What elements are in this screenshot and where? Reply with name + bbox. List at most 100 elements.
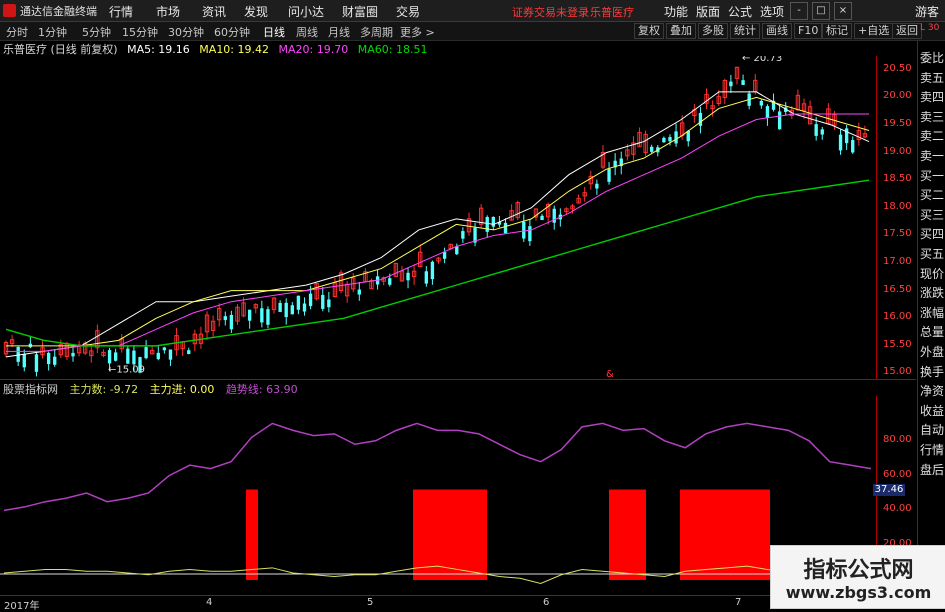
back-button[interactable]: 返回 (892, 23, 922, 39)
indicator-name[interactable]: 股票指标网 (3, 383, 58, 396)
period-monthly[interactable]: 月线 (328, 24, 350, 40)
price-tick-label: 18.00 (883, 200, 912, 212)
side-panel-item[interactable]: 总量 (920, 323, 944, 340)
adjust-button[interactable]: 复权 (634, 23, 664, 39)
main-in-bar (413, 489, 487, 580)
side-panel-item[interactable]: 买四 (920, 225, 944, 242)
price-tick-label: 19.00 (883, 145, 912, 157)
candle-body (455, 246, 459, 255)
period-15min[interactable]: 15分钟 (122, 24, 158, 40)
side-panel-item[interactable]: 涨幅 (920, 304, 944, 321)
menu-item-formula[interactable]: 公式 (728, 3, 752, 20)
indicator-tick-label: 60.00 (883, 468, 912, 480)
side-top-label: L 30 (920, 23, 940, 33)
guest-label[interactable]: 游客 (915, 3, 939, 20)
menu-item-layout[interactable]: 版面 (696, 3, 720, 20)
side-panel-item[interactable]: 卖一 (920, 147, 944, 164)
candle-body (126, 348, 130, 364)
side-panel-item[interactable]: 换手 (920, 363, 944, 380)
event-marker: & (606, 369, 614, 379)
side-panel-item[interactable]: 卖五 (920, 69, 944, 86)
candle-body (430, 261, 435, 280)
candle-body (759, 100, 764, 106)
period-60min[interactable]: 60分钟 (214, 24, 250, 40)
menu-item-wealth[interactable]: 财富圈 (342, 3, 378, 20)
candle-body (327, 299, 331, 308)
overlay-button[interactable]: 叠加 (666, 23, 696, 39)
menu-item-discover[interactable]: 发现 (244, 3, 268, 20)
menu-item-market[interactable]: 行情 (109, 3, 133, 20)
candle-body (71, 352, 75, 357)
period-30min[interactable]: 30分钟 (168, 24, 204, 40)
ma10-label: MA10: 19.42 (199, 43, 270, 56)
price-tick-label: 20.50 (883, 62, 912, 74)
ma60-label: MA60: 18.51 (357, 43, 428, 56)
candle-body (308, 293, 313, 307)
candle-body (540, 215, 544, 221)
side-panel-item[interactable]: 净资 (920, 382, 944, 399)
stats-button[interactable]: 统计 (730, 23, 760, 39)
draw-line-button[interactable]: 画线 (762, 23, 792, 39)
main-in-bar (609, 489, 646, 580)
side-panel-item[interactable]: 外盘 (920, 343, 944, 360)
menu-item-trade[interactable]: 交易 (396, 3, 420, 20)
side-panel-item[interactable]: 涨跌 (920, 284, 944, 301)
side-panel-item[interactable]: 自动 (920, 421, 944, 438)
candle-body (698, 112, 703, 126)
menu-item-function[interactable]: 功能 (664, 3, 688, 20)
candle-body (156, 352, 160, 360)
candle-body (461, 231, 465, 239)
period-weekly[interactable]: 周线 (296, 24, 318, 40)
candle-body (296, 295, 301, 310)
side-panel-item[interactable]: 买一 (920, 167, 944, 184)
candle-body (229, 314, 234, 330)
candle-body (357, 289, 361, 295)
add-watchlist-button[interactable]: +自选 (854, 23, 894, 39)
side-panel-item[interactable]: 卖四 (920, 88, 944, 105)
candle-body (820, 129, 824, 135)
menu-item-markets[interactable]: 市场 (156, 3, 180, 20)
minimize-button[interactable]: - (790, 2, 808, 20)
candle-body (290, 305, 294, 315)
price-tick-label: 20.00 (883, 90, 912, 102)
side-panel-item[interactable]: 买二 (920, 186, 944, 203)
period-intraday[interactable]: 分时 (6, 24, 28, 40)
mark-button[interactable]: 标记 (822, 23, 852, 39)
price-tick-label: 16.50 (883, 283, 912, 295)
candle-body (777, 111, 782, 130)
f10-button[interactable]: F10 (794, 23, 823, 39)
side-panel-item[interactable]: 卖三 (920, 108, 944, 125)
period-daily[interactable]: 日线 (263, 24, 285, 40)
side-panel-item[interactable]: 现价 (920, 265, 944, 282)
indicator-chart[interactable] (0, 396, 875, 590)
login-notice[interactable]: 证券交易未登录 (512, 4, 589, 20)
ma-line-ma20 (6, 113, 869, 352)
candle-body (187, 350, 191, 355)
high-price-label: ← 20.73 (742, 56, 782, 64)
side-panel-item[interactable]: 卖二 (920, 127, 944, 144)
side-panel-item[interactable]: 买三 (920, 206, 944, 223)
side-panel-item[interactable]: 委比 (920, 49, 944, 66)
price-tick-label: 17.00 (883, 256, 912, 268)
side-panel-item[interactable]: 收益 (920, 402, 944, 419)
multi-stock-button[interactable]: 多股 (698, 23, 728, 39)
time-label-jun: 6 (543, 597, 550, 608)
period-multi[interactable]: 多周期 (360, 24, 393, 40)
side-panel-item[interactable]: 行情 (920, 441, 944, 458)
candlestick-chart[interactable]: ← 20.73 ←15.09 & (0, 56, 875, 379)
period-1min[interactable]: 1分钟 (38, 24, 67, 40)
stock-name-notice: 乐普医疗 (590, 6, 634, 19)
menu-item-options[interactable]: 选项 (760, 3, 784, 20)
side-panel-item[interactable]: 盘后 (920, 461, 944, 478)
candle-body (442, 252, 447, 259)
watermark-url: www.zbgs3.com (785, 583, 932, 602)
candle-body (132, 350, 136, 365)
maximize-button[interactable]: □ (812, 2, 830, 20)
side-panel-item[interactable]: 买五 (920, 245, 944, 262)
candle-body (851, 140, 855, 153)
period-5min[interactable]: 5分钟 (82, 24, 111, 40)
close-button[interactable]: × (834, 2, 852, 20)
period-more[interactable]: 更多 > (400, 24, 435, 40)
menu-item-news[interactable]: 资讯 (202, 3, 226, 20)
menu-item-ask[interactable]: 问小达 (288, 3, 324, 20)
